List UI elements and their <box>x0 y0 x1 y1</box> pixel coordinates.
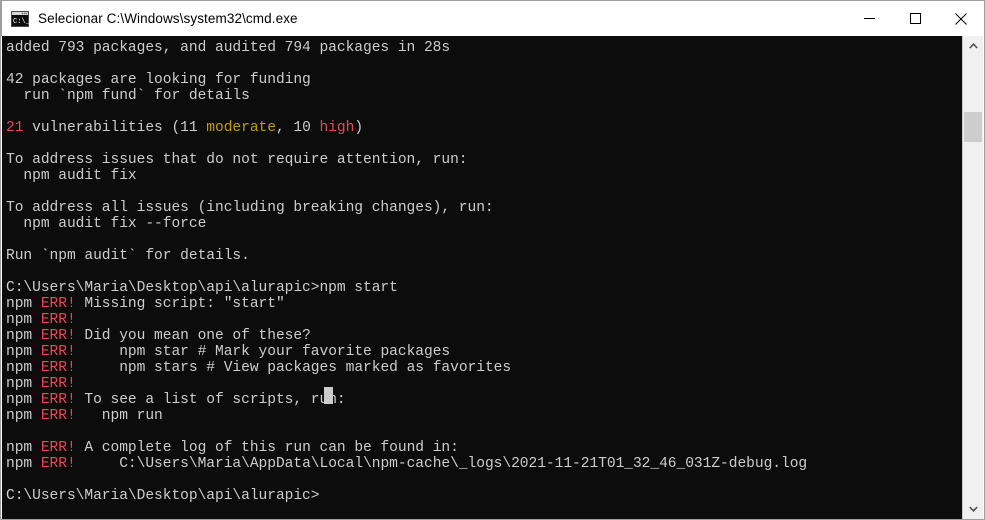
terminal-text-span: high <box>319 120 355 136</box>
terminal-line: npm ERR! <box>6 312 964 328</box>
terminal-text-span: C:\Users\Maria\AppData\Local\npm-cache\_… <box>75 456 808 472</box>
window-controls <box>846 1 984 36</box>
chevron-down-icon <box>968 506 978 512</box>
terminal-text-span: Run `npm audit` for details. <box>6 248 250 264</box>
terminal-text-span: ERR! <box>40 376 76 392</box>
terminal-text-span: npm <box>6 296 41 312</box>
cmd-window: C:\_ Selecionar C:\Windows\system32\cmd.… <box>0 0 985 520</box>
maximize-icon <box>909 13 921 24</box>
terminal-line: 42 packages are looking for funding <box>6 72 964 88</box>
terminal-text-span: ) <box>354 120 364 136</box>
terminal-text-span: vulnerabilities (11 <box>23 120 207 136</box>
terminal-line: npm ERR! npm stars # View packages marke… <box>6 360 964 376</box>
terminal-text-span: npm <box>6 392 41 408</box>
terminal-text-span: npm <box>6 360 41 376</box>
terminal-line: To address issues that do not require at… <box>6 152 964 168</box>
terminal-text-span: npm stars # View packages marked as favo… <box>75 360 512 376</box>
terminal-text-span: To address all issues (including breakin… <box>6 200 494 216</box>
cmd-console-icon: C:\_ <box>11 10 31 27</box>
terminal-text-span: ERR! <box>40 392 76 408</box>
terminal-text-span: Did you mean one of these? <box>75 328 311 344</box>
terminal-text-span: added 793 packages, and audited 794 pack… <box>6 40 451 56</box>
close-button[interactable] <box>938 1 984 36</box>
terminal-line: npm audit fix --force <box>6 216 964 232</box>
vertical-scrollbar[interactable] <box>962 36 983 519</box>
minimize-button[interactable] <box>846 1 892 36</box>
terminal-text-span: ERR! <box>40 296 76 312</box>
terminal-line: 21 vulnerabilities (11 moderate, 10 high… <box>6 120 964 136</box>
terminal-line: run `npm fund` for details <box>6 88 964 104</box>
terminal-text-span: ERR! <box>40 360 76 376</box>
terminal-text-span: C:\Users\Maria\Desktop\api\alurapic>npm … <box>6 280 398 296</box>
terminal-text-span: npm <box>6 312 41 328</box>
terminal-line: npm ERR! Did you mean one of these? <box>6 328 964 344</box>
terminal-text-span: , 10 <box>275 120 320 136</box>
terminal-text-span: ERR! <box>40 328 76 344</box>
terminal-text-span: npm run <box>75 408 163 424</box>
scrollbar-track[interactable] <box>963 56 983 499</box>
maximize-button[interactable] <box>892 1 938 36</box>
terminal-text-span: npm <box>6 344 41 360</box>
scrollbar-thumb[interactable] <box>964 112 982 142</box>
terminal-text-span: Missing script: "start" <box>75 296 285 312</box>
scroll-down-button[interactable] <box>963 499 983 519</box>
terminal-text-span: ERR! <box>40 440 76 456</box>
window-titlebar[interactable]: C:\_ Selecionar C:\Windows\system32\cmd.… <box>1 0 984 36</box>
terminal-line: C:\Users\Maria\Desktop\api\alurapic> <box>6 488 964 504</box>
terminal-text-span: npm <box>6 440 41 456</box>
terminal-line: npm ERR! npm run <box>6 408 964 424</box>
terminal-text-span: To address issues that do not require at… <box>6 152 468 168</box>
terminal-line: To address all issues (including breakin… <box>6 200 964 216</box>
terminal-text-span: moderate <box>206 120 276 136</box>
window-title: Selecionar C:\Windows\system32\cmd.exe <box>38 11 298 26</box>
terminal-line: Run `npm audit` for details. <box>6 248 964 264</box>
terminal-cursor <box>324 387 333 404</box>
terminal-text-span: run `npm fund` for details <box>6 88 250 104</box>
terminal-line: npm ERR! A complete log of this run can … <box>6 440 964 456</box>
terminal-line: npm ERR! <box>6 376 964 392</box>
terminal-text-span: ERR! <box>40 408 76 424</box>
terminal-text-span: npm <box>6 408 41 424</box>
terminal-text-span: npm <box>6 456 41 472</box>
terminal-text-span: 42 packages are looking for funding <box>6 72 311 88</box>
terminal-line: npm ERR! Missing script: "start" <box>6 296 964 312</box>
terminal-text-span: npm <box>6 376 41 392</box>
terminal-line: npm ERR! npm star # Mark your favorite p… <box>6 344 964 360</box>
minimize-icon <box>863 18 875 19</box>
terminal-line: added 793 packages, and audited 794 pack… <box>6 40 964 56</box>
scroll-up-button[interactable] <box>963 36 983 56</box>
terminal-text-span: npm audit fix --force <box>6 216 207 232</box>
terminal-lines: added 793 packages, and audited 794 pack… <box>6 40 964 519</box>
terminal-text-span: ERR! <box>40 312 76 328</box>
terminal-text-span: 21 <box>6 120 24 136</box>
terminal-text-span: A complete log of this run can be found … <box>75 440 459 456</box>
terminal-output-area[interactable]: added 793 packages, and audited 794 pack… <box>2 36 964 519</box>
terminal-text-span: C:\Users\Maria\Desktop\api\alurapic> <box>6 488 320 504</box>
terminal-text-span: npm audit fix <box>6 168 137 184</box>
terminal-line: npm audit fix <box>6 168 964 184</box>
terminal-text-span: ERR! <box>40 456 76 472</box>
terminal-text-span: npm <box>6 328 41 344</box>
terminal-line: C:\Users\Maria\Desktop\api\alurapic>npm … <box>6 280 964 296</box>
terminal-line: npm ERR! C:\Users\Maria\AppData\Local\np… <box>6 456 964 472</box>
close-icon <box>955 12 967 25</box>
chevron-up-icon <box>968 43 978 49</box>
svg-text:C:\_: C:\_ <box>13 18 29 26</box>
terminal-text-span: npm star # Mark your favorite packages <box>75 344 451 360</box>
terminal-line: npm ERR! To see a list of scripts, run: <box>6 392 964 408</box>
terminal-text-span: ERR! <box>40 344 76 360</box>
terminal-text-span: To see a list of scripts, run: <box>75 392 346 408</box>
